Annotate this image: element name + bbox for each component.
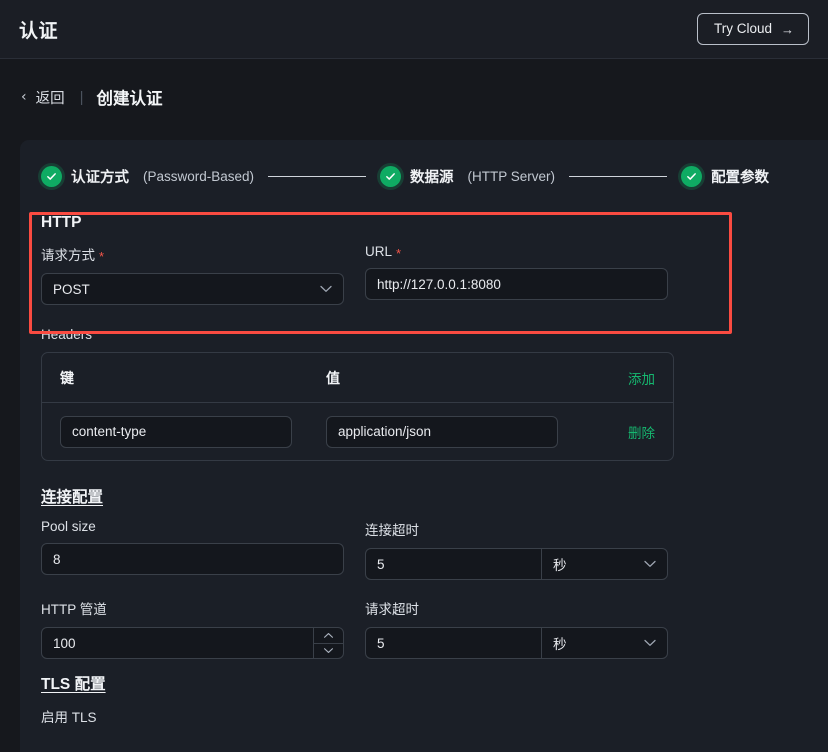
request-timeout-input[interactable]: 5 xyxy=(366,628,541,658)
header-value-input[interactable]: application/json xyxy=(326,415,558,448)
request-timeout-group: 请求超时 5 秒 xyxy=(365,598,668,659)
tls-section-title: TLS 配置 xyxy=(41,676,106,693)
url-label-text: URL xyxy=(365,244,393,259)
http-pipeline-value: 100 xyxy=(53,635,76,651)
method-label-text: 请求方式 xyxy=(41,248,95,263)
try-cloud-label: Try Cloud xyxy=(713,21,772,37)
request-timeout-label: 请求超时 xyxy=(365,598,668,618)
http-pipeline-input[interactable]: 100 xyxy=(42,628,313,658)
connect-timeout-combo: 5 秒 xyxy=(365,548,668,580)
back-label: 返回 xyxy=(35,90,65,107)
request-timeout-label-text: 请求超时 xyxy=(365,602,419,617)
connect-timeout-unit-value: 秒 xyxy=(553,558,567,573)
column-header-value: 值 xyxy=(326,369,340,386)
step-config-params[interactable]: 配置参数 xyxy=(681,166,769,187)
step-label: 认证方式 xyxy=(71,170,129,186)
connection-section-title: 连接配置 xyxy=(41,489,104,506)
check-circle-icon xyxy=(41,166,62,187)
pool-size-group: Pool size 8 xyxy=(41,519,344,580)
delete-header-button[interactable]: 删除 xyxy=(592,422,655,442)
request-timeout-value: 5 xyxy=(377,635,385,651)
step-auth-method[interactable]: 认证方式 (Password-Based) xyxy=(41,166,254,187)
connect-timeout-value: 5 xyxy=(377,556,385,572)
connect-timeout-group: 连接超时 5 秒 xyxy=(365,519,668,580)
header-value-cell: application/json xyxy=(326,415,592,448)
header-value-value: application/json xyxy=(338,424,432,439)
step-datasource[interactable]: 数据源 (HTTP Server) xyxy=(380,166,555,187)
wizard-stepper: 认证方式 (Password-Based) 数据源 (HTTP Server) … xyxy=(20,140,828,187)
spinner-controls xyxy=(313,628,343,658)
breadcrumb-separator: | xyxy=(79,88,84,106)
method-select[interactable]: POST xyxy=(41,273,344,305)
method-field-group: 请求方式 * POST xyxy=(41,244,344,305)
try-cloud-button[interactable]: Try Cloud → xyxy=(696,13,809,45)
page-title: 认证 xyxy=(19,20,59,42)
form-card: 认证方式 (Password-Based) 数据源 (HTTP Server) … xyxy=(20,140,828,752)
connect-timeout-label-text: 连接超时 xyxy=(365,523,419,538)
check-circle-icon xyxy=(380,166,402,187)
back-button[interactable]: ‹ 返回 xyxy=(21,87,65,108)
connection-row-2: HTTP 管道 100 请求超时 5 秒 xyxy=(41,598,828,659)
breadcrumb-current: 创建认证 xyxy=(96,90,163,108)
step-connector xyxy=(268,176,367,177)
stepper-decrement-button[interactable] xyxy=(314,644,343,659)
connect-timeout-unit-select[interactable]: 秒 xyxy=(541,549,667,579)
url-input[interactable]: http://127.0.0.1:8080 xyxy=(365,268,668,300)
top-bar: 认证 Try Cloud → xyxy=(0,0,828,59)
column-header-key: 键 xyxy=(60,369,74,386)
http-section-title: HTTP xyxy=(41,214,82,231)
tls-enable-label: 启用 TLS xyxy=(41,710,97,725)
http-pipeline-label: HTTP 管道 xyxy=(41,598,344,618)
form-body: HTTP 请求方式 * POST URL * http://127.0.0.1:… xyxy=(20,187,828,726)
url-label: URL * xyxy=(365,244,668,261)
request-timeout-unit-select[interactable]: 秒 xyxy=(541,628,667,658)
step-sublabel: (HTTP Server) xyxy=(467,169,556,184)
step-label: 配置参数 xyxy=(711,170,770,186)
headers-table: 键 值 添加 content-type application/json 删除 xyxy=(41,352,674,461)
header-key-cell: content-type xyxy=(60,415,326,448)
header-key-value: content-type xyxy=(72,424,147,439)
chevron-down-icon xyxy=(644,637,656,649)
connect-timeout-input[interactable]: 5 xyxy=(366,549,541,579)
stepper-increment-button[interactable] xyxy=(314,628,343,644)
pool-size-label: Pool size xyxy=(41,519,344,534)
arrow-right-icon: → xyxy=(781,21,794,37)
connect-timeout-label: 连接超时 xyxy=(365,519,668,539)
auth-create-page: 认证 Try Cloud → ‹ 返回 | 创建认证 认证方式 (Passwor… xyxy=(0,0,828,752)
headers-section-title: Headers xyxy=(41,327,93,342)
url-field-group: URL * http://127.0.0.1:8080 xyxy=(365,244,668,305)
http-pipeline-group: HTTP 管道 100 xyxy=(41,598,344,659)
pool-size-value: 8 xyxy=(53,551,61,567)
chevron-down-icon xyxy=(644,558,656,570)
method-value: POST xyxy=(53,281,90,297)
check-circle-icon xyxy=(681,166,703,187)
step-label: 数据源 xyxy=(410,170,454,186)
chevron-left-icon: ‹ xyxy=(21,89,27,105)
header-key-input[interactable]: content-type xyxy=(60,415,292,448)
http-pipeline-label-text: HTTP 管道 xyxy=(41,602,107,617)
url-value: http://127.0.0.1:8080 xyxy=(377,276,501,292)
http-fields-row: 请求方式 * POST URL * http://127.0.0.1:8080 xyxy=(41,244,828,305)
connection-row-1: Pool size 8 连接超时 5 秒 xyxy=(41,519,828,580)
request-timeout-unit-value: 秒 xyxy=(553,637,567,652)
headers-table-head: 键 值 添加 xyxy=(42,353,673,403)
http-pipeline-stepper: 100 xyxy=(41,627,344,659)
step-connector xyxy=(569,176,668,177)
step-sublabel: (Password-Based) xyxy=(143,169,255,184)
method-label: 请求方式 * xyxy=(41,244,344,264)
pool-size-label-text: Pool size xyxy=(41,519,96,534)
add-header-button[interactable]: 添加 xyxy=(592,368,655,388)
table-row: content-type application/json 删除 xyxy=(42,403,673,460)
breadcrumb: ‹ 返回 | 创建认证 xyxy=(0,59,828,135)
required-marker: * xyxy=(396,246,402,261)
request-timeout-combo: 5 秒 xyxy=(365,627,668,659)
required-marker: * xyxy=(99,248,105,264)
pool-size-input[interactable]: 8 xyxy=(41,543,344,575)
chevron-down-icon xyxy=(320,283,332,295)
